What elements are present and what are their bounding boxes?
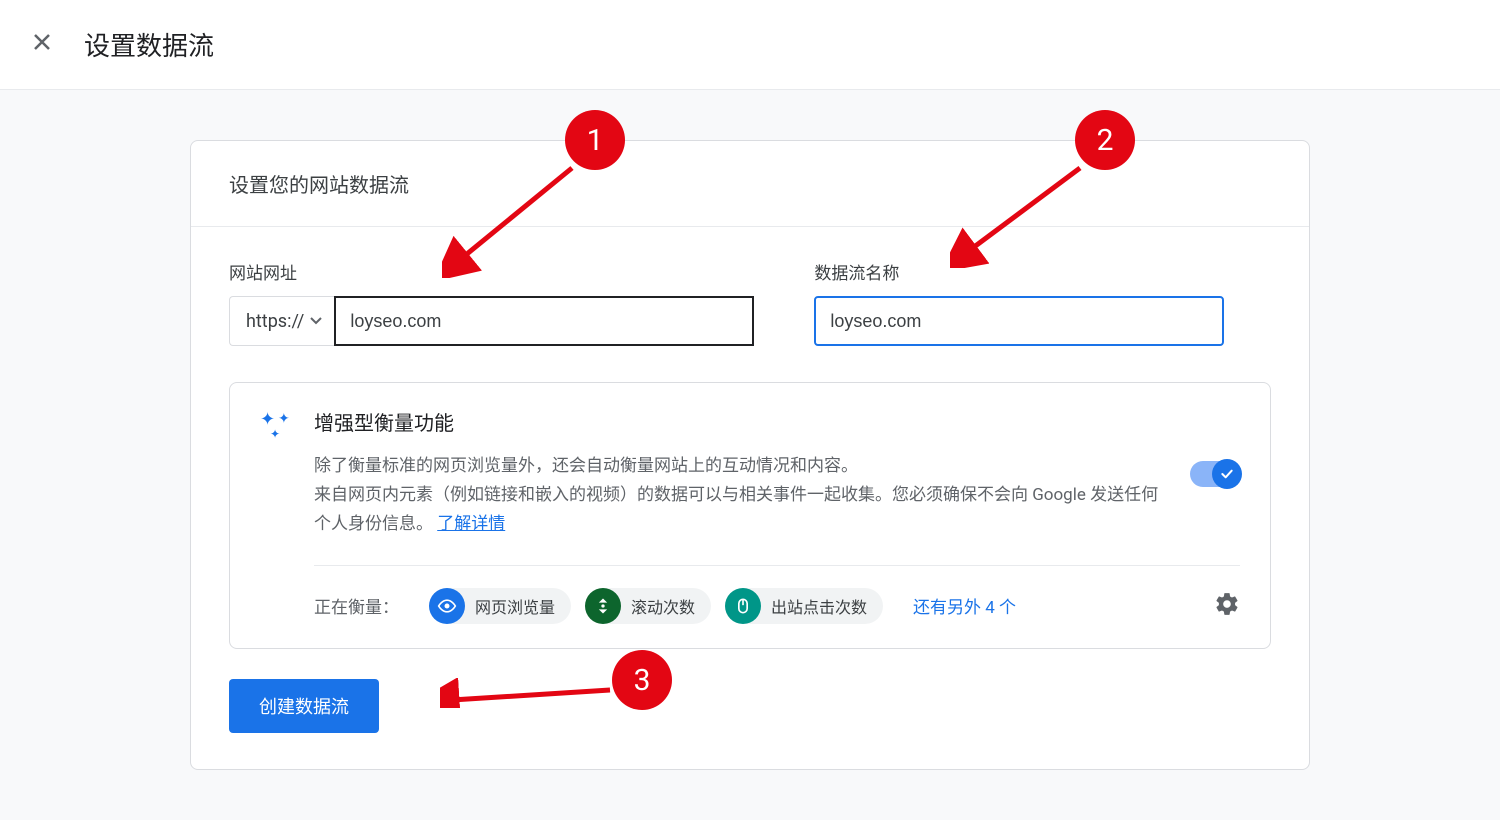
enhanced-title: 增强型衡量功能 [314, 407, 1168, 436]
setup-card: 设置您的网站数据流 网站网址 https:// 数据流名称 [190, 140, 1310, 770]
stream-name-label: 数据流名称 [814, 259, 1224, 284]
eye-icon [429, 588, 465, 624]
learn-more-link[interactable]: 了解详情 [437, 514, 505, 534]
dialog-header: 设置数据流 [0, 0, 1500, 90]
website-url-input[interactable] [334, 296, 754, 346]
close-icon[interactable] [30, 30, 54, 59]
chevron-down-icon [310, 317, 322, 325]
chip-label: 滚动次数 [631, 594, 695, 618]
annotation-badge-2: 2 [1075, 110, 1135, 170]
sparkle-icon: ✦✦✦ [260, 409, 292, 441]
enhanced-measurement-box: ✦✦✦ 增强型衡量功能 除了衡量标准的网页浏览量外，还会自动衡量网站上的互动情况… [229, 382, 1271, 649]
check-icon [1219, 466, 1235, 482]
website-url-field: 网站网址 https:// [229, 259, 754, 346]
mouse-icon [725, 588, 761, 624]
protocol-value: https:// [246, 311, 304, 332]
enhanced-toggle[interactable] [1190, 461, 1240, 487]
chip-pageviews: 网页浏览量 [429, 588, 571, 624]
measuring-row: 正在衡量： 网页浏览量 滚动次数 [314, 588, 1240, 624]
annotation-badge-3: 3 [612, 650, 672, 710]
dialog-title: 设置数据流 [84, 26, 214, 63]
enhanced-description: 除了衡量标准的网页浏览量外，还会自动衡量网站上的互动情况和内容。 来自网页内元素… [314, 452, 1168, 539]
chip-label: 网页浏览量 [475, 594, 555, 618]
measuring-label: 正在衡量： [314, 593, 399, 618]
chip-outbound: 出站点击次数 [725, 588, 883, 624]
scroll-icon [585, 588, 621, 624]
chip-label: 出站点击次数 [771, 594, 867, 618]
card-section-title: 设置您的网站数据流 [191, 141, 1309, 227]
protocol-select[interactable]: https:// [229, 296, 334, 346]
more-events-link[interactable]: 还有另外 4 个 [913, 593, 1016, 618]
create-stream-button[interactable]: 创建数据流 [229, 679, 379, 733]
stream-name-field: 数据流名称 [814, 259, 1224, 346]
annotation-badge-1: 1 [565, 110, 625, 170]
divider [314, 565, 1240, 566]
url-label: 网站网址 [229, 259, 754, 284]
content-area: 设置您的网站数据流 网站网址 https:// 数据流名称 [0, 90, 1500, 820]
stream-name-input[interactable] [814, 296, 1224, 346]
toggle-knob-on [1212, 459, 1242, 489]
chip-scrolls: 滚动次数 [585, 588, 711, 624]
settings-gear-icon[interactable] [1214, 591, 1240, 621]
